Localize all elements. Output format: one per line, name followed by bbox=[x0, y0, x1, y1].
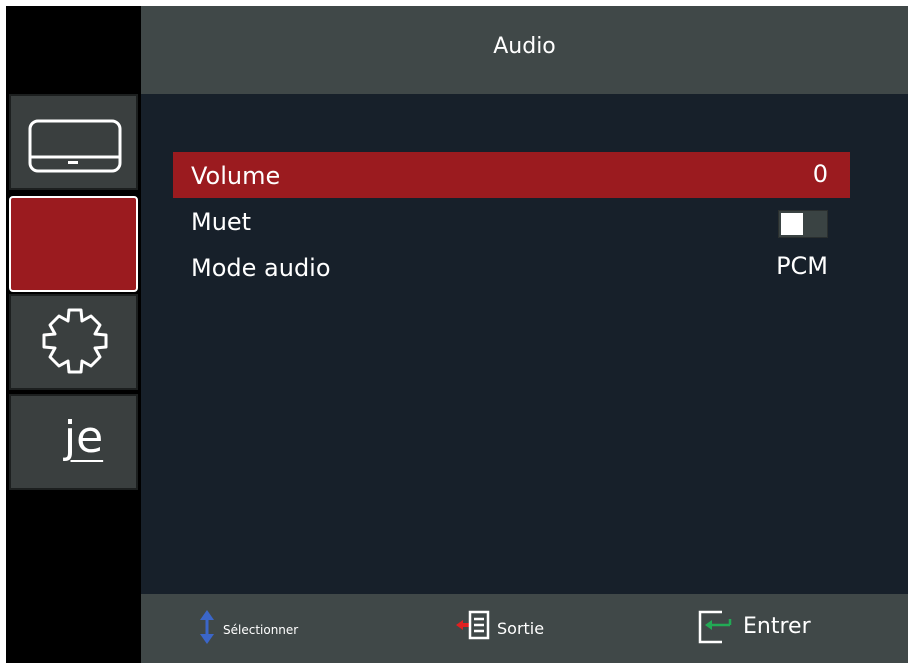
menu-item-audio-mode[interactable]: Mode audio PCM bbox=[173, 244, 850, 290]
page-title: Audio bbox=[493, 34, 556, 59]
toggle-knob bbox=[781, 213, 803, 235]
footer-enter-label: Entrer bbox=[743, 614, 811, 639]
audio-mode-value: PCM bbox=[776, 252, 828, 280]
mute-toggle[interactable] bbox=[778, 210, 828, 238]
footer-enter[interactable]: Entrer bbox=[698, 610, 858, 646]
sidebar-tab-settings[interactable] bbox=[9, 294, 138, 390]
footer-exit-label: Sortie bbox=[497, 619, 545, 638]
footer-exit[interactable]: Sortie bbox=[453, 610, 593, 646]
header: Audio bbox=[141, 6, 908, 94]
footer-select-label: Sélectionner bbox=[223, 623, 299, 637]
enter-icon bbox=[698, 610, 732, 644]
up-down-arrow-icon bbox=[200, 610, 214, 644]
menu-item-mute[interactable]: Muet bbox=[173, 198, 850, 244]
menu-item-volume[interactable]: Volume 0 bbox=[173, 152, 850, 198]
menu-item-label: Muet bbox=[191, 208, 252, 236]
sidebar-tab-language[interactable]: je bbox=[9, 394, 138, 490]
menu-item-label: Mode audio bbox=[191, 254, 331, 282]
exit-icon bbox=[456, 610, 490, 640]
volume-value: 0 bbox=[812, 160, 828, 188]
sidebar: je bbox=[6, 6, 141, 663]
footer-select[interactable]: Sélectionner bbox=[199, 610, 399, 646]
footer-bar: Sélectionner Sortie Entrer bbox=[141, 594, 908, 663]
sidebar-tab-image[interactable] bbox=[9, 94, 138, 190]
gear-icon bbox=[42, 308, 108, 374]
monitor-icon bbox=[28, 119, 122, 173]
language-tab-label: je bbox=[63, 412, 104, 463]
menu-panel: Volume 0 Muet Mode audio PCM bbox=[141, 94, 908, 594]
osd-frame: je Audio Volume 0 Muet Mode audio PCM Sé… bbox=[6, 6, 908, 663]
menu-item-label: Volume bbox=[191, 162, 281, 190]
sidebar-tab-audio[interactable] bbox=[9, 196, 138, 292]
